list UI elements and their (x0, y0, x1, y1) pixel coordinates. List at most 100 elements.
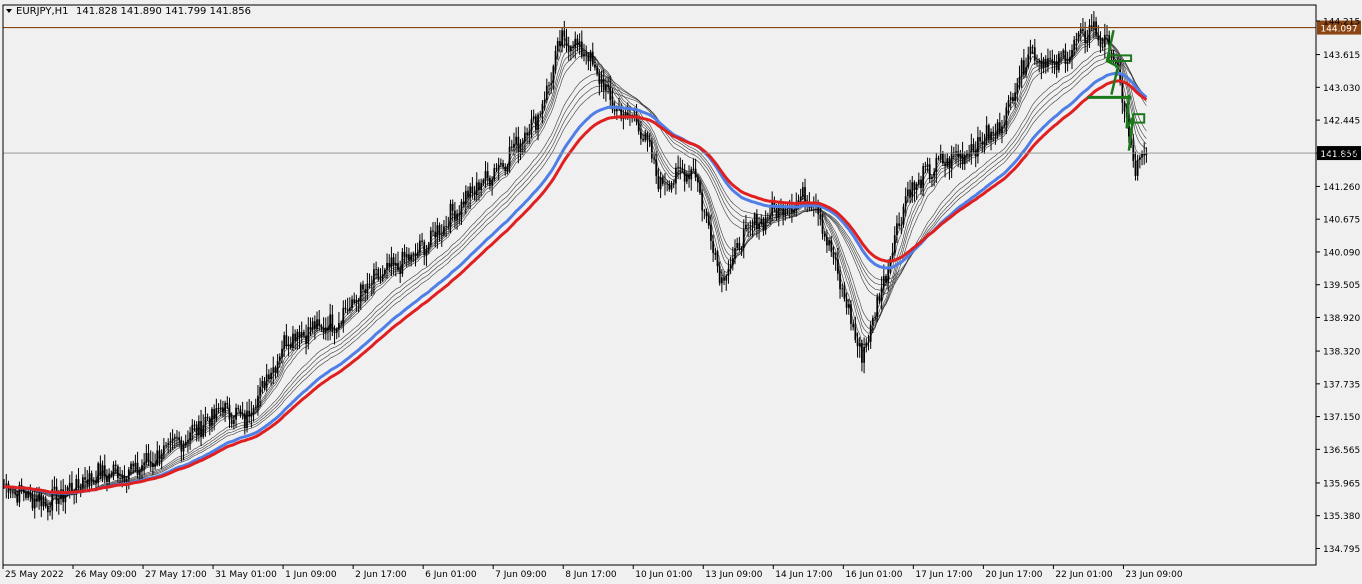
price-tick-label: 140.090 (1323, 248, 1360, 258)
candle-body (987, 125, 990, 140)
candle-body (307, 327, 310, 344)
candle-body (193, 424, 196, 426)
candle-body (1051, 59, 1054, 64)
candle-body (701, 192, 704, 211)
candle-body (434, 231, 437, 238)
chart-window[interactable]: 144.097 141.856 144.215 143.615 143.030 142.… (0, 0, 1362, 584)
price-chart[interactable]: 144.097141.856 144.215143.615143.030142.… (0, 0, 1362, 584)
candle-body (383, 269, 386, 275)
candle-body (830, 240, 833, 252)
candle-body (502, 163, 504, 167)
candle-body (228, 404, 231, 420)
candle-body (751, 224, 754, 226)
candle-body (1031, 46, 1034, 48)
candle-body (40, 493, 43, 507)
candle-body (1047, 58, 1049, 68)
candle-body (950, 152, 953, 169)
candle-body (569, 46, 572, 51)
candle-body (913, 182, 916, 190)
candle-body (171, 438, 174, 442)
candle-body (543, 99, 546, 104)
candle-body (191, 425, 194, 433)
candle-body (843, 288, 846, 299)
candle-body (86, 479, 89, 484)
candle-body (675, 167, 677, 184)
candle-body (935, 157, 938, 172)
time-tick-label: 13 Jun 09:00 (705, 570, 762, 580)
candle-body (259, 386, 262, 396)
candle-body (1099, 40, 1102, 47)
candle-body (583, 53, 585, 57)
candle-body (937, 157, 940, 159)
candle-body (79, 487, 82, 489)
candle-body (764, 217, 767, 231)
candle-body (81, 477, 84, 488)
candle-body (1079, 29, 1082, 33)
candle-body (117, 466, 119, 479)
candle-body (178, 437, 181, 440)
candle-body (493, 168, 496, 180)
candle-body (110, 473, 113, 475)
candle-body (896, 223, 898, 236)
candle-body (320, 325, 323, 328)
candle-body (867, 341, 870, 343)
candle-body (548, 85, 550, 87)
candle-body (585, 53, 588, 56)
candle-body (397, 262, 399, 270)
candle-body (1012, 97, 1014, 101)
candle-body (447, 226, 450, 227)
candle-body (513, 143, 515, 148)
candle-body (541, 103, 544, 114)
candle-body (475, 182, 478, 196)
candle-body (554, 50, 557, 67)
candle-body (580, 41, 583, 57)
chart-header: EURJPY,H1 141.828 141.890 141.799 141.85… (6, 6, 251, 17)
candle (1057, 50, 1060, 73)
candle-body (539, 113, 542, 115)
candle-body (250, 412, 253, 417)
candle-body (996, 122, 999, 136)
candle-body (574, 38, 577, 49)
candle-body (1064, 50, 1067, 64)
candle-body (167, 442, 170, 446)
candle-body (871, 318, 874, 325)
candle-body (156, 450, 159, 465)
candle-body (1049, 58, 1051, 60)
candle-body (508, 146, 511, 166)
candle-body (552, 66, 555, 84)
candle-body (230, 419, 233, 425)
candle-body (123, 475, 126, 482)
candle-body (410, 254, 412, 261)
candle-body (594, 64, 596, 68)
candle-body (1084, 31, 1087, 43)
candle-body (491, 179, 493, 186)
candle-body (95, 480, 97, 483)
candle-body (882, 276, 885, 288)
candle-body (723, 277, 725, 281)
candle-body (318, 319, 321, 326)
candle-body (42, 502, 45, 507)
candle-body (760, 219, 763, 224)
time-tick-label: 26 May 09:00 (75, 570, 137, 580)
candle-body (537, 114, 539, 130)
candle-body (158, 450, 161, 459)
candle-body (416, 252, 419, 256)
candle-body (707, 216, 710, 226)
candle-body (705, 211, 708, 217)
candle-body (1044, 58, 1047, 68)
candle-body (375, 269, 377, 270)
candle-body (217, 408, 220, 410)
candle-body (484, 171, 487, 181)
candle-body (473, 192, 476, 196)
candle-body (114, 464, 117, 467)
candle-body (386, 262, 388, 270)
candle-body (565, 36, 568, 46)
candle-body (1068, 57, 1071, 63)
candle-body (364, 289, 367, 294)
candle-body (1066, 62, 1069, 64)
candle-body (261, 381, 264, 387)
candle-body (44, 502, 47, 507)
candle-body (399, 269, 402, 274)
candle-body (125, 479, 128, 482)
candle-body (714, 252, 717, 255)
